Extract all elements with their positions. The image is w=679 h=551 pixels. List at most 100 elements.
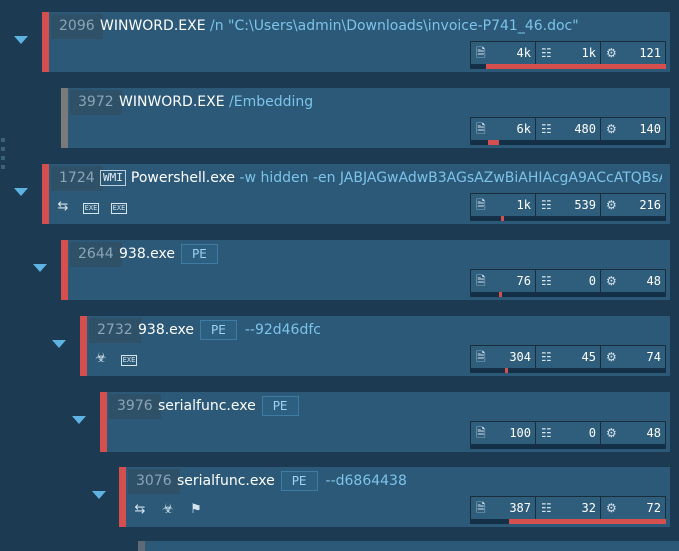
process-pid: 3972 (70, 90, 122, 115)
modules-stat[interactable]: ⚙ 74 (601, 346, 665, 368)
process-row: 3976 serialfunc.exe PE 🗎 100 ☷ 0 ⚙ 48 (0, 392, 679, 454)
registry-stat[interactable]: ☷ 32 (536, 497, 601, 519)
process-name[interactable]: Powershell.exe (131, 170, 235, 186)
registry-stat[interactable]: ☷ 0 (536, 270, 601, 292)
threat-marker (80, 316, 87, 376)
registry-icon: ☷ (541, 198, 552, 212)
pe-badge[interactable]: PE (280, 471, 318, 491)
expand-toggle-icon[interactable] (52, 340, 66, 348)
process-name[interactable]: 938.exe (119, 246, 175, 262)
activity-bar (470, 64, 666, 69)
registry-icon: ☷ (541, 426, 552, 440)
process-title: WMI Powershell.exe -w hidden -en JABJAGwA… (100, 166, 662, 191)
activity-bar-fill (499, 292, 503, 297)
process-name[interactable]: serialfunc.exe (158, 398, 256, 414)
process-row: 3972 WINWORD.EXE /Embedding 🗎 6k ☷ 480 ⚙ 140 (0, 88, 679, 150)
registry-stat[interactable]: ☷ 0 (536, 422, 601, 444)
process-hash[interactable]: --d6864438 (326, 473, 407, 489)
process-pid: 2732 (89, 318, 141, 343)
expand-toggle-icon[interactable] (14, 36, 28, 44)
activity-bar (470, 140, 666, 145)
process-card[interactable]: 2096 WINWORD.EXE /n "C:\Users\admin\Downl… (42, 12, 670, 72)
expand-toggle-icon[interactable] (14, 188, 28, 196)
process-stats: 🗎 76 ☷ 0 ⚙ 48 (470, 269, 666, 293)
registry-count: 539 (574, 198, 596, 212)
files-icon: 🗎 (476, 426, 486, 440)
registry-icon: ☷ (541, 501, 552, 515)
expand-toggle-icon[interactable] (92, 491, 106, 499)
next-process-card[interactable] (138, 541, 679, 551)
registry-icon: ☷ (541, 274, 552, 288)
process-pid: 1724 (51, 166, 103, 191)
registry-icon: ☷ (541, 350, 552, 364)
process-card[interactable]: 3976 serialfunc.exe PE 🗎 100 ☷ 0 ⚙ 48 (100, 392, 670, 452)
process-title: serialfunc.exe PE --d6864438 (177, 469, 662, 494)
files-stat[interactable]: 🗎 387 (471, 497, 536, 519)
expand-toggle-icon[interactable] (33, 264, 47, 272)
process-title: WINWORD.EXE /n "C:\Users\admin\Downloads… (100, 14, 662, 39)
process-title: 938.exe PE --92d46dfc (138, 318, 662, 343)
registry-icon: ☷ (541, 46, 552, 60)
files-stat[interactable]: 🗎 100 (471, 422, 536, 444)
network-arrows-icon[interactable]: ⇆ (52, 198, 74, 216)
biohazard-icon[interactable]: ☣ (90, 350, 112, 368)
files-stat[interactable]: 🗎 1k (471, 194, 536, 216)
registry-count: 0 (588, 274, 596, 288)
modules-count: 72 (646, 501, 661, 515)
modules-stat[interactable]: ⚙ 140 (601, 118, 665, 140)
process-name[interactable]: WINWORD.EXE (100, 18, 206, 34)
exe-drop-icon[interactable]: EXE (108, 198, 130, 216)
process-name[interactable]: 938.exe (138, 322, 194, 338)
files-count: 1k (516, 198, 531, 212)
files-stat[interactable]: 🗎 304 (471, 346, 536, 368)
registry-count: 45 (581, 350, 596, 364)
modules-stat[interactable]: ⚙ 48 (601, 270, 665, 292)
registry-icon: ☷ (541, 122, 552, 136)
wmi-badge: WMI (100, 170, 126, 186)
process-name[interactable]: serialfunc.exe (177, 473, 275, 489)
registry-stat[interactable]: ☷ 1k (536, 42, 601, 64)
registry-stat[interactable]: ☷ 480 (536, 118, 601, 140)
activity-bar (470, 444, 666, 449)
process-pid: 3976 (109, 394, 161, 419)
indicator-icons: ☣ EXE (90, 350, 140, 370)
files-stat[interactable]: 🗎 6k (471, 118, 536, 140)
process-card[interactable]: 3972 WINWORD.EXE /Embedding 🗎 6k ☷ 480 ⚙ 140 (61, 88, 670, 148)
process-pid: 2096 (51, 14, 103, 39)
expand-toggle-icon[interactable] (72, 416, 86, 424)
modules-stat[interactable]: ⚙ 72 (601, 497, 665, 519)
process-card[interactable]: 1724 WMI Powershell.exe -w hidden -en JABJ… (42, 164, 670, 224)
registry-count: 1k (581, 46, 596, 60)
activity-bar-fill (501, 216, 505, 221)
biohazard-icon[interactable]: ☣ (157, 501, 179, 519)
checkered-flag-plus-icon[interactable]: ⚑ (185, 501, 207, 519)
process-name[interactable]: WINWORD.EXE (119, 94, 225, 110)
files-icon: 🗎 (476, 198, 486, 212)
pe-badge[interactable]: PE (200, 320, 237, 340)
modules-stat[interactable]: ⚙ 216 (601, 194, 665, 216)
process-row: 1724 WMI Powershell.exe -w hidden -en JABJ… (0, 164, 679, 226)
files-stat[interactable]: 🗎 76 (471, 270, 536, 292)
files-stat[interactable]: 🗎 4k (471, 42, 536, 64)
modules-stat[interactable]: ⚙ 121 (601, 42, 665, 64)
threat-marker (61, 240, 68, 300)
exe-drop-icon[interactable]: EXE (118, 350, 140, 368)
cloud-exe-icon[interactable]: EXE (80, 198, 102, 216)
modules-icon: ⚙ (606, 274, 617, 288)
modules-stat[interactable]: ⚙ 48 (601, 422, 665, 444)
registry-count: 480 (574, 122, 596, 136)
process-title: 938.exe PE (119, 242, 662, 267)
process-card[interactable]: 2644 938.exe PE 🗎 76 ☷ 0 ⚙ 48 (61, 240, 670, 300)
registry-stat[interactable]: ☷ 45 (536, 346, 601, 368)
process-card[interactable]: 2732 938.exe PE --92d46dfc ☣ EXE 🗎 304 ☷ 45 ⚙ 74 (80, 316, 670, 376)
activity-bar (470, 368, 666, 373)
registry-stat[interactable]: ☷ 539 (536, 194, 601, 216)
modules-icon: ⚙ (606, 122, 617, 136)
pe-badge[interactable]: PE (181, 244, 218, 264)
network-arrows-icon[interactable]: ⇆ (129, 501, 151, 519)
files-count: 76 (516, 274, 531, 288)
pe-badge[interactable]: PE (261, 396, 299, 416)
process-card[interactable]: 3076 serialfunc.exe PE --d6864438 ⇆ ☣ ⚑ 🗎 387 ☷ 32… (119, 467, 670, 527)
process-stats: 🗎 304 ☷ 45 ⚙ 74 (470, 345, 666, 369)
process-hash[interactable]: --92d46dfc (245, 322, 321, 338)
